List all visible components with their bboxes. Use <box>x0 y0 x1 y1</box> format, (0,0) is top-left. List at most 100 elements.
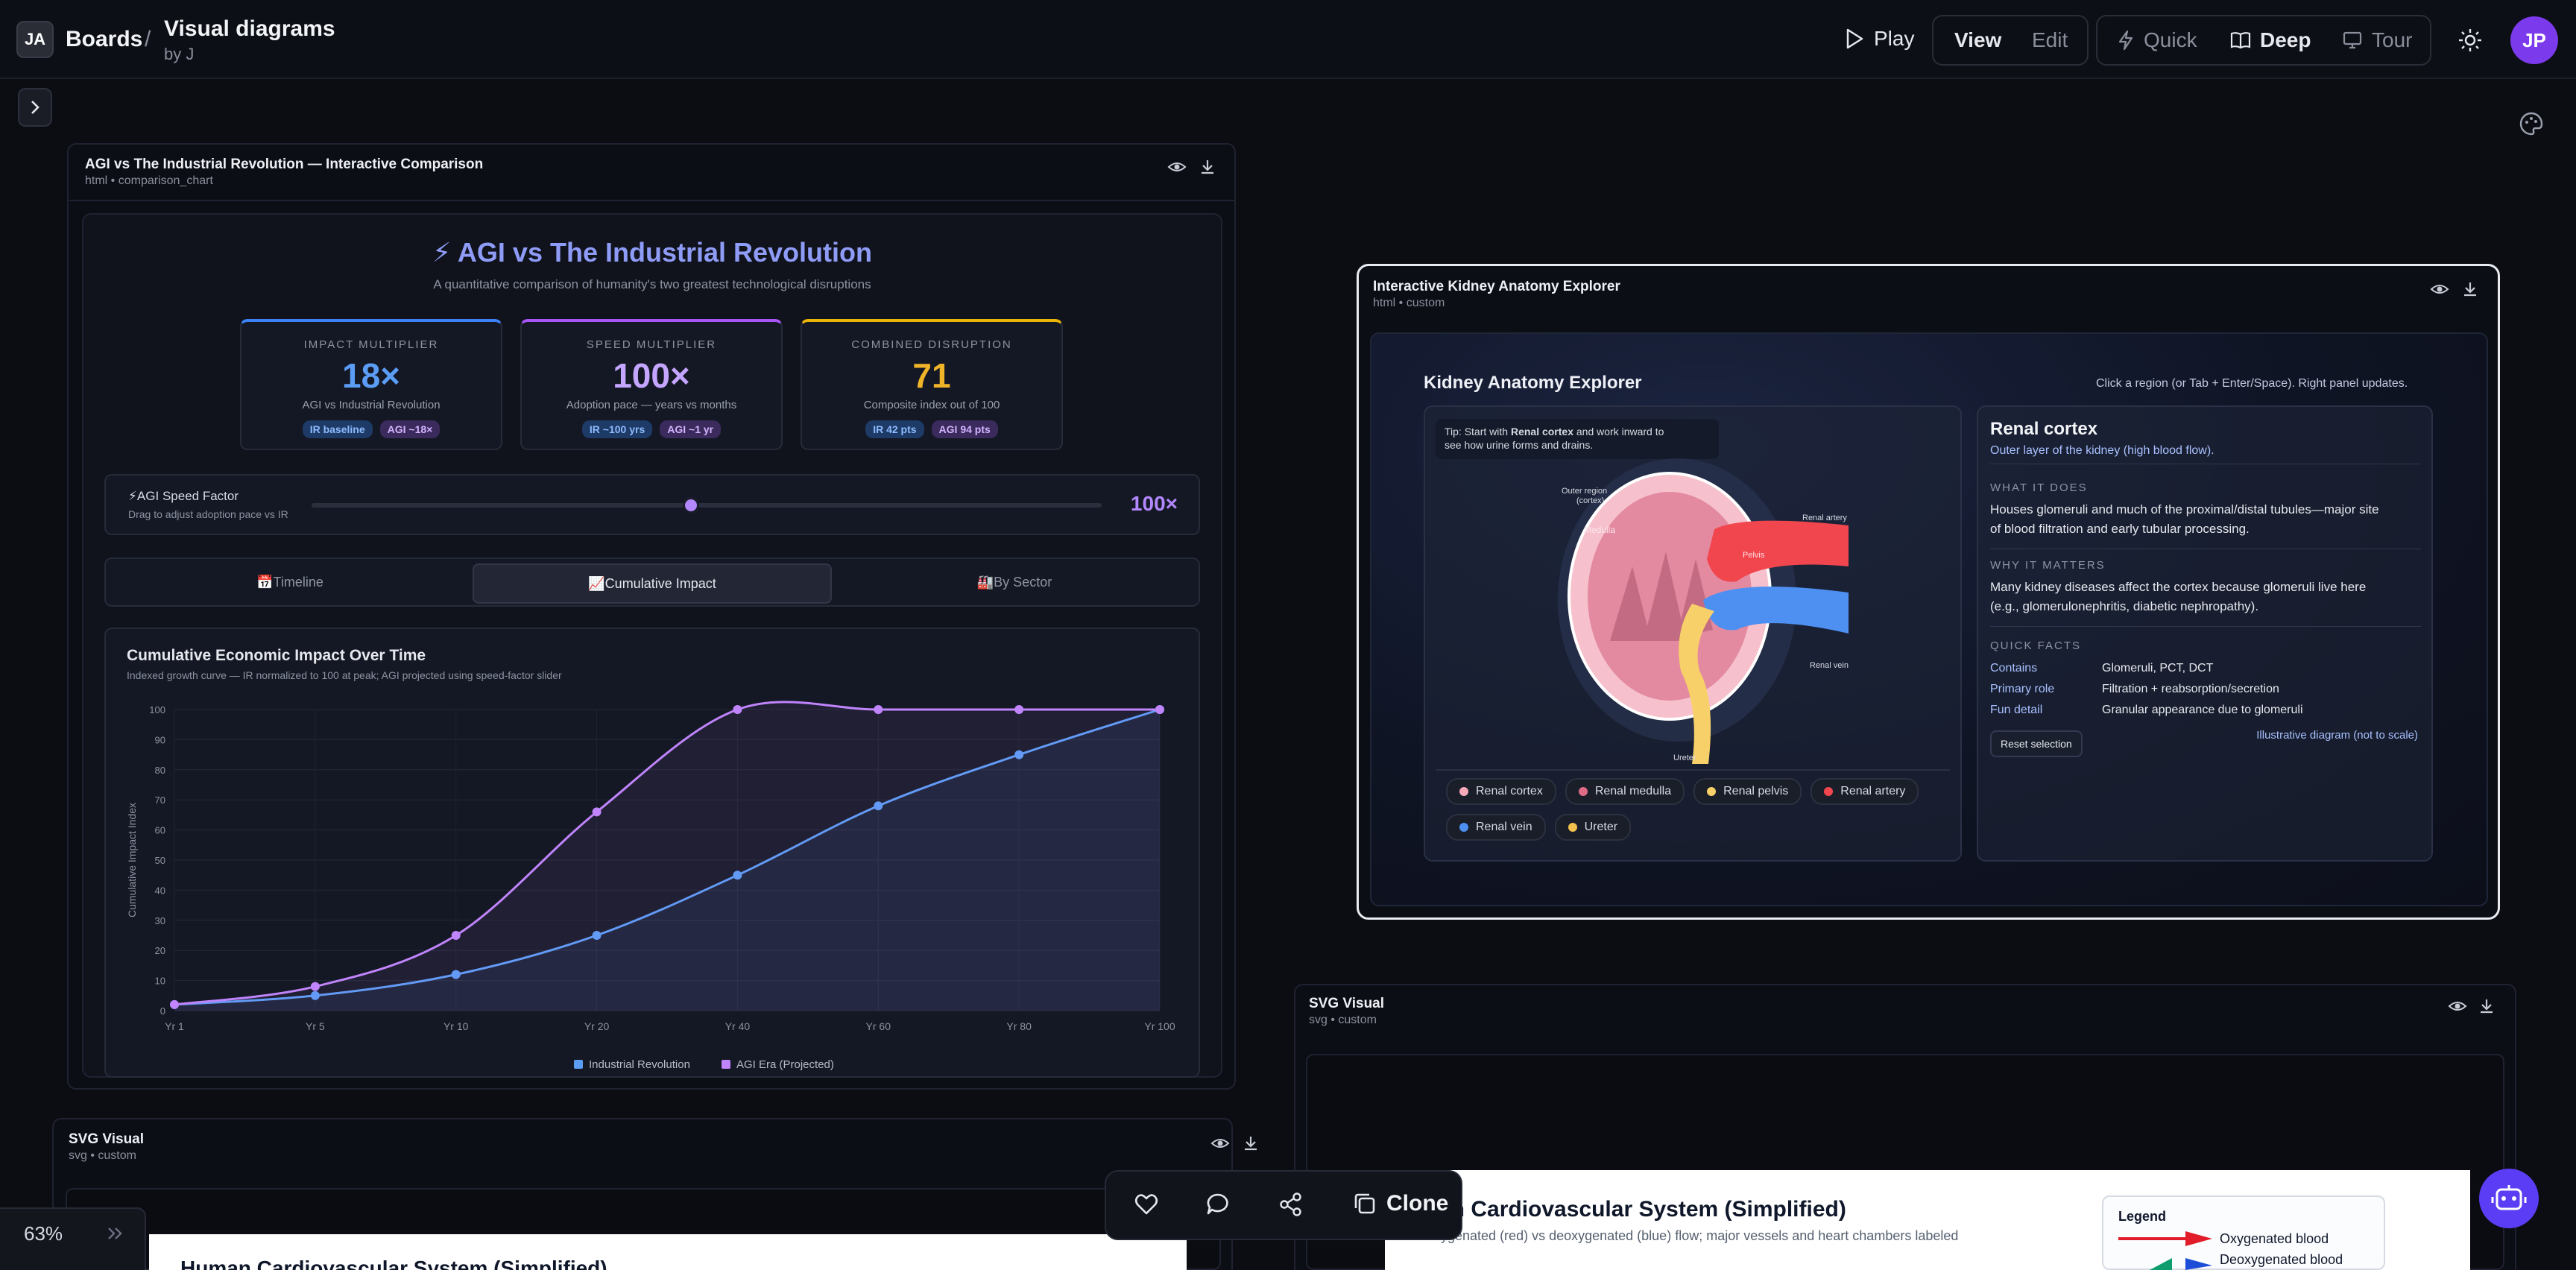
chip-label: Renal pelvis <box>1723 785 1789 797</box>
chip-renal-artery[interactable]: Renal artery <box>1811 778 1919 805</box>
fact-value: Granular appearance due to glomeruli <box>2102 704 2303 716</box>
speed-slider[interactable] <box>312 503 1102 508</box>
eye-icon[interactable] <box>2448 999 2467 1014</box>
eye-icon[interactable] <box>2430 282 2449 297</box>
chevron-right-icon <box>31 101 40 114</box>
agi-heading: ⚡ AGI vs The Industrial Revolution <box>432 237 872 268</box>
deep-button[interactable]: Deep <box>2230 28 2311 52</box>
double-chevron-right-icon[interactable] <box>104 1224 127 1243</box>
stat-label: IMPACT MULTIPLIER <box>303 338 439 351</box>
diagram-note: Illustrative diagram (not to scale) <box>2256 729 2418 742</box>
label-pelvis: Pelvis <box>1743 551 1765 560</box>
cardio-desc: Oxygenated (red) vs deoxygenated (blue) … <box>1424 1228 1959 1243</box>
stat-disruption: COMBINED DISRUPTION 71 Composite index o… <box>801 319 1063 450</box>
edit-button[interactable]: Edit <box>2032 28 2068 52</box>
theme-toggle-button[interactable] <box>2457 27 2484 57</box>
x-tick-label: Yr 40 <box>725 1020 751 1032</box>
sidebar-expand-button[interactable] <box>18 88 52 127</box>
comment-icon[interactable] <box>1205 1191 1231 1218</box>
download-icon[interactable] <box>2461 280 2479 298</box>
breadcrumb-boards[interactable]: Boards <box>66 27 142 52</box>
why-text-2: (e.g., glomerulonephritis, diabetic neph… <box>1990 599 2259 613</box>
y-tick-label: 30 <box>155 915 165 926</box>
eye-icon[interactable] <box>1167 159 1187 174</box>
card-subtitle: svg • custom <box>1309 1014 1377 1026</box>
divider <box>1990 626 2421 627</box>
y-tick-label: 100 <box>149 704 165 715</box>
kidney-hint: Click a region (or Tab + Enter/Space). R… <box>2096 377 2408 390</box>
label-ureter: Ureter <box>1673 754 1696 762</box>
stat-pill: AGI ~1 yr <box>660 420 722 438</box>
zoom-level[interactable]: 63% <box>24 1222 63 1245</box>
chip-renal-cortex[interactable]: Renal cortex <box>1446 778 1556 805</box>
label-outer: Outer region <box>1562 487 1607 496</box>
heart-icon[interactable] <box>1133 1191 1160 1218</box>
data-point <box>1014 705 1024 714</box>
legend-label: Industrial Revolution <box>589 1058 690 1071</box>
chip-renal-medulla[interactable]: Renal medulla <box>1565 778 1685 805</box>
cardio-heading-partial: Human Cardiovascular System (Simplified) <box>180 1257 607 1270</box>
quick-label: Quick <box>2144 28 2197 51</box>
clone-button[interactable]: Clone <box>1352 1191 1448 1216</box>
y-tick-label: 80 <box>155 765 165 776</box>
presentation-icon <box>2343 31 2362 49</box>
reset-selection-button[interactable]: Reset selection <box>1990 730 2083 757</box>
stat-value: 18× <box>341 356 401 395</box>
tab-by-sector[interactable]: 🏭By Sector <box>836 563 1193 601</box>
stat-pill: IR ~100 yrs <box>581 420 653 438</box>
kidney-diagram[interactable]: Outer region (cortex) Medulla Pelvis Ren… <box>1521 455 1878 768</box>
why-heading: WHY IT MATTERS <box>1990 559 2106 572</box>
play-label: Play <box>1874 27 1915 50</box>
stat-desc: Adoption pace — years vs months <box>566 399 737 411</box>
svg-canvas: Human Cardiovascular System (Simplified) <box>149 1234 1187 1270</box>
app-logo[interactable]: JA <box>16 21 54 58</box>
info-title: Renal cortex <box>1990 419 2098 439</box>
y-tick-label: 40 <box>155 885 165 896</box>
stat-impact: IMPACT MULTIPLIER 18× AGI vs Industrial … <box>240 319 502 450</box>
share-icon[interactable] <box>1278 1191 1304 1218</box>
chip-label: Renal cortex <box>1476 785 1543 797</box>
y-tick-label: 50 <box>155 855 165 866</box>
info-subtitle: Outer layer of the kidney (high blood fl… <box>1990 444 2214 457</box>
chip-label: Renal medulla <box>1594 785 1672 797</box>
assistant-button[interactable] <box>2479 1169 2539 1228</box>
palette-button[interactable] <box>2516 109 2546 139</box>
chip-renal-pelvis[interactable]: Renal pelvis <box>1693 778 1802 805</box>
copy-icon <box>1354 1193 1375 1214</box>
chip-ureter[interactable]: Ureter <box>1554 814 1632 841</box>
tour-button[interactable]: Tour <box>2342 28 2412 52</box>
color-dot <box>1824 787 1834 796</box>
x-tick-label: Yr 1 <box>165 1020 184 1032</box>
book-icon <box>2230 32 2251 49</box>
x-tick-label: Yr 5 <box>306 1020 325 1032</box>
color-dot <box>1707 787 1717 796</box>
color-dot <box>1568 823 1577 832</box>
divider <box>69 200 1234 201</box>
fact-key: Primary role <box>1990 683 2055 695</box>
download-icon[interactable] <box>1242 1134 1260 1152</box>
download-icon[interactable] <box>1199 158 1216 176</box>
tip-text: and work inward to <box>1573 426 1664 437</box>
tab-timeline[interactable]: 📅Timeline <box>112 563 468 601</box>
x-tick-label: Yr 20 <box>584 1020 610 1032</box>
slider-thumb[interactable] <box>682 497 699 514</box>
tab-cumulative-impact[interactable]: 📈Cumulative Impact <box>473 563 832 604</box>
play-button[interactable]: Play <box>1844 27 1914 51</box>
download-icon[interactable] <box>2478 997 2496 1015</box>
x-tick-label: Yr 10 <box>443 1020 469 1032</box>
divider <box>1436 769 1950 771</box>
color-dot <box>1578 787 1588 796</box>
user-avatar[interactable]: JP <box>2510 16 2558 64</box>
chip-label: Ureter <box>1584 821 1618 833</box>
label-cortex: (cortex) <box>1576 496 1604 505</box>
slider-label: ⚡AGI Speed Factor <box>128 489 239 503</box>
view-button[interactable]: View <box>1954 28 2001 52</box>
y-tick-label: 20 <box>155 945 165 956</box>
quick-button[interactable]: Quick <box>2117 28 2197 52</box>
palette-icon <box>2519 112 2543 136</box>
cumulative-impact-chart: 0 10 20 30 40 50 60 70 80 90 100 Yr 1 Yr 5 Yr 10 Yr 20… <box>126 701 1175 1071</box>
chip-renal-vein[interactable]: Renal vein <box>1446 814 1546 841</box>
data-point <box>1155 705 1164 714</box>
chip-label: Renal vein <box>1476 821 1532 833</box>
eye-icon[interactable] <box>1210 1136 1230 1151</box>
